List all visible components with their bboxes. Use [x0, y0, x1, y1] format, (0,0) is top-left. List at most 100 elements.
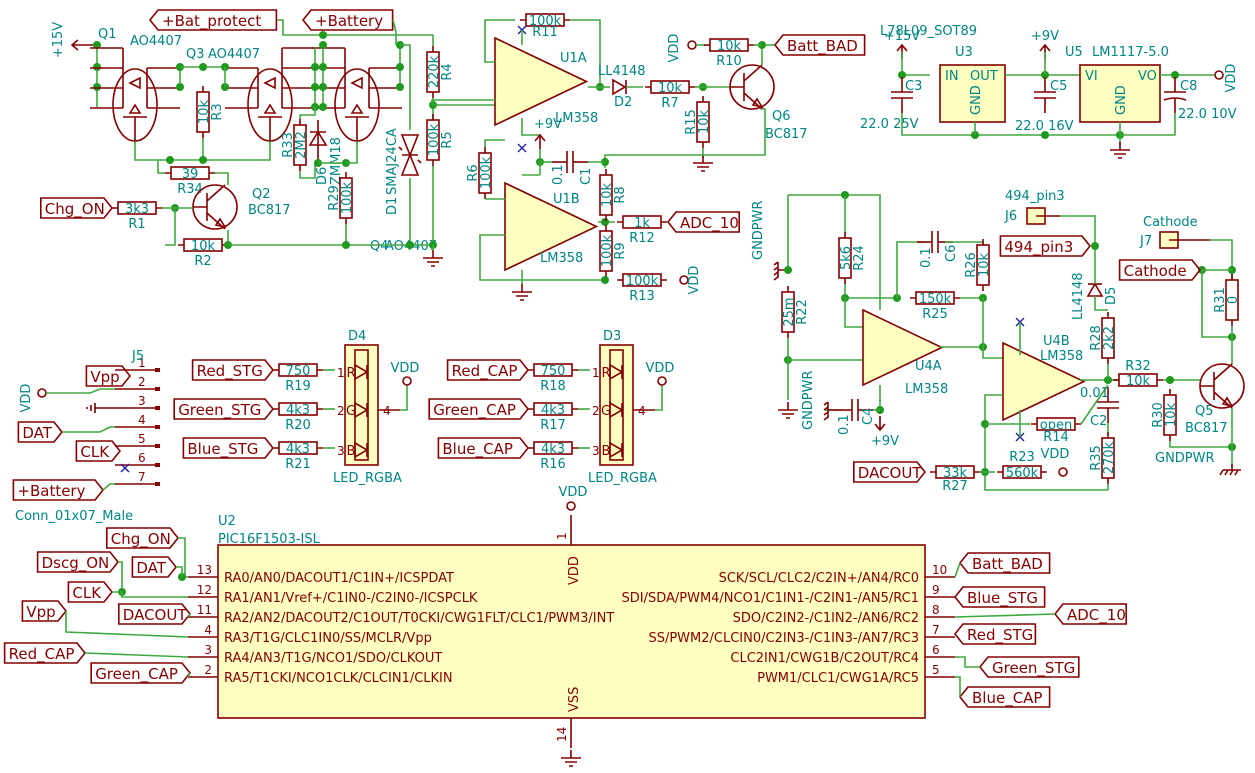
resistor-ref: R24 [852, 245, 867, 271]
capacitor-ref: C1 [579, 168, 594, 185]
resistor-R10: 10kR10 [704, 38, 754, 69]
junction-dot [319, 41, 327, 49]
net-label-dscg-on[interactable]: Dscg_ON [36, 551, 120, 573]
resistor-R35: 270kR35 [1089, 432, 1117, 484]
pin-number: 11 [197, 603, 212, 617]
net-label-vpp[interactable]: Vpp [21, 600, 68, 622]
wire [178, 537, 188, 578]
junction-dot [176, 83, 184, 91]
resistor-R15: 10kR15 [684, 96, 712, 148]
net-label-dacout[interactable]: DACOUT [853, 461, 927, 483]
power-label: +9V [1031, 29, 1059, 44]
resistor-R13: 100kR13 [617, 273, 667, 304]
junction-dot [199, 156, 207, 164]
net-label--bat-protect[interactable]: +Bat_protect [148, 9, 278, 31]
net-label-text: Green_STG [992, 659, 1075, 678]
capacitor-value: 0.1 [919, 247, 934, 268]
led-ref: D3 [603, 329, 621, 344]
resistor-value: 100k [479, 156, 494, 189]
junction-dot [601, 276, 609, 284]
power-symbol-vdd: VDD [667, 34, 697, 62]
mosfet-value: AO4407 [208, 47, 260, 62]
net-label-batt-bad[interactable]: Batt_BAD [958, 552, 1051, 574]
resistor-value: 560k [1006, 466, 1039, 481]
resistor-ref: R30 [1151, 402, 1166, 428]
net-label-text: Red_CAP [452, 362, 518, 381]
resistor-value: 100k [340, 181, 355, 214]
net-label-494-pin3[interactable]: 494_pin3 [999, 235, 1092, 257]
resistor-ref: R11 [532, 25, 558, 40]
resistor-ref: R21 [285, 457, 311, 472]
pin-name: GND [1114, 85, 1129, 115]
transistor-value: BC817 [765, 127, 808, 142]
capacitor-ref: C6 [944, 245, 959, 262]
net-label-cathode[interactable]: Cathode [1118, 259, 1202, 281]
resistor-R31: 0R31 [1213, 274, 1241, 326]
resistor-R6: 100kR6 [466, 147, 494, 199]
net-label-chg-on[interactable]: Chg_ON [40, 197, 114, 219]
net-label-chg-on[interactable]: Chg_ON [106, 527, 180, 549]
net-label-green-stg[interactable]: Green_STG [978, 656, 1080, 678]
pin-number: 2 [592, 404, 600, 418]
pin-number: 6 [932, 643, 940, 657]
net-label-green-cap[interactable]: Green_CAP [428, 398, 530, 420]
net-label-dat[interactable]: DAT [131, 556, 178, 578]
net-label-vpp[interactable]: Vpp [85, 365, 132, 387]
power-label: GNDPWR [801, 370, 816, 430]
net-label-adc-10[interactable]: ADC_10 [666, 211, 740, 233]
pin-name: OUT [970, 69, 998, 84]
resistor-value: 2k2 [1102, 326, 1117, 350]
wire [215, 172, 229, 185]
pin-number: 3 [337, 444, 345, 458]
net-label-green-stg[interactable]: Green_STG [173, 398, 275, 420]
ic-value: PIC16F1503-ISL [218, 532, 321, 547]
net-label-red-cap[interactable]: Red_CAP [3, 642, 87, 664]
net-label--battery[interactable]: +Battery [12, 479, 105, 501]
net-label-adc-10[interactable]: ADC_10 [1053, 603, 1127, 625]
resistor-value: 10k [191, 239, 216, 254]
opamp-ref: U4B [1043, 334, 1070, 349]
net-label-text: Vpp [90, 368, 119, 386]
net-label-blue-stg[interactable]: Blue_STG [182, 437, 275, 459]
resistor-value: 1k [634, 216, 650, 231]
pin-name: VDD [567, 556, 582, 585]
resistor-R24: 5k6R24 [838, 232, 867, 284]
net-label-text: Blue_STG [967, 589, 1038, 608]
resistor-ref: R8 [613, 186, 628, 203]
junction-dot [1091, 242, 1099, 250]
net-label-clk[interactable]: CLK [67, 581, 114, 603]
resistor-value: 150k [919, 292, 952, 307]
net-label-dacout[interactable]: DACOUT [118, 603, 192, 625]
net-label-red-stg[interactable]: Red_STG [953, 623, 1037, 645]
transistor-value: BC817 [248, 203, 291, 218]
net-label-red-stg[interactable]: Red_STG [191, 359, 275, 381]
net-label-clk[interactable]: CLK [75, 440, 122, 462]
resistor-value: 270k [1102, 441, 1117, 474]
connector-ref: J7 [1139, 234, 1152, 249]
net-label-blue-cap[interactable]: Blue_CAP [958, 686, 1051, 708]
resistor-ref: R23 [1009, 450, 1035, 465]
net-label-blue-cap[interactable]: Blue_CAP [437, 437, 530, 459]
net-label-green-cap[interactable]: Green_CAP [90, 662, 192, 684]
capacitor-C4: C40.1 [837, 399, 876, 435]
net-label--battery[interactable]: +Battery [301, 9, 394, 31]
net-label-text: CLK [80, 443, 110, 461]
power-label: GNDPWR [751, 200, 766, 260]
pin-number: 1 [337, 366, 345, 380]
wire [1210, 239, 1233, 280]
net-label-dat[interactable]: DAT [17, 421, 64, 443]
wire [954, 613, 1056, 618]
resistor-ref: R25 [922, 307, 948, 322]
resistor-ref: R14 [1043, 430, 1069, 445]
resistor-ref: R31 [1213, 287, 1228, 313]
net-label-red-cap[interactable]: Red_CAP [446, 359, 530, 381]
resistor-value: 4k3 [286, 403, 310, 418]
resistor-R25: 150kR25 [910, 291, 960, 322]
mosfet-ref: Q1 [98, 27, 117, 42]
net-label-blue-stg[interactable]: Blue_STG [953, 586, 1046, 608]
net-label-batt-bad[interactable]: Batt_BAD [773, 34, 866, 56]
resistor-ref: R22 [795, 299, 810, 325]
connector-ref: J5 [131, 349, 144, 364]
net-label-text: +Battery [315, 12, 383, 30]
net-label-text: Red_STG [197, 362, 263, 381]
